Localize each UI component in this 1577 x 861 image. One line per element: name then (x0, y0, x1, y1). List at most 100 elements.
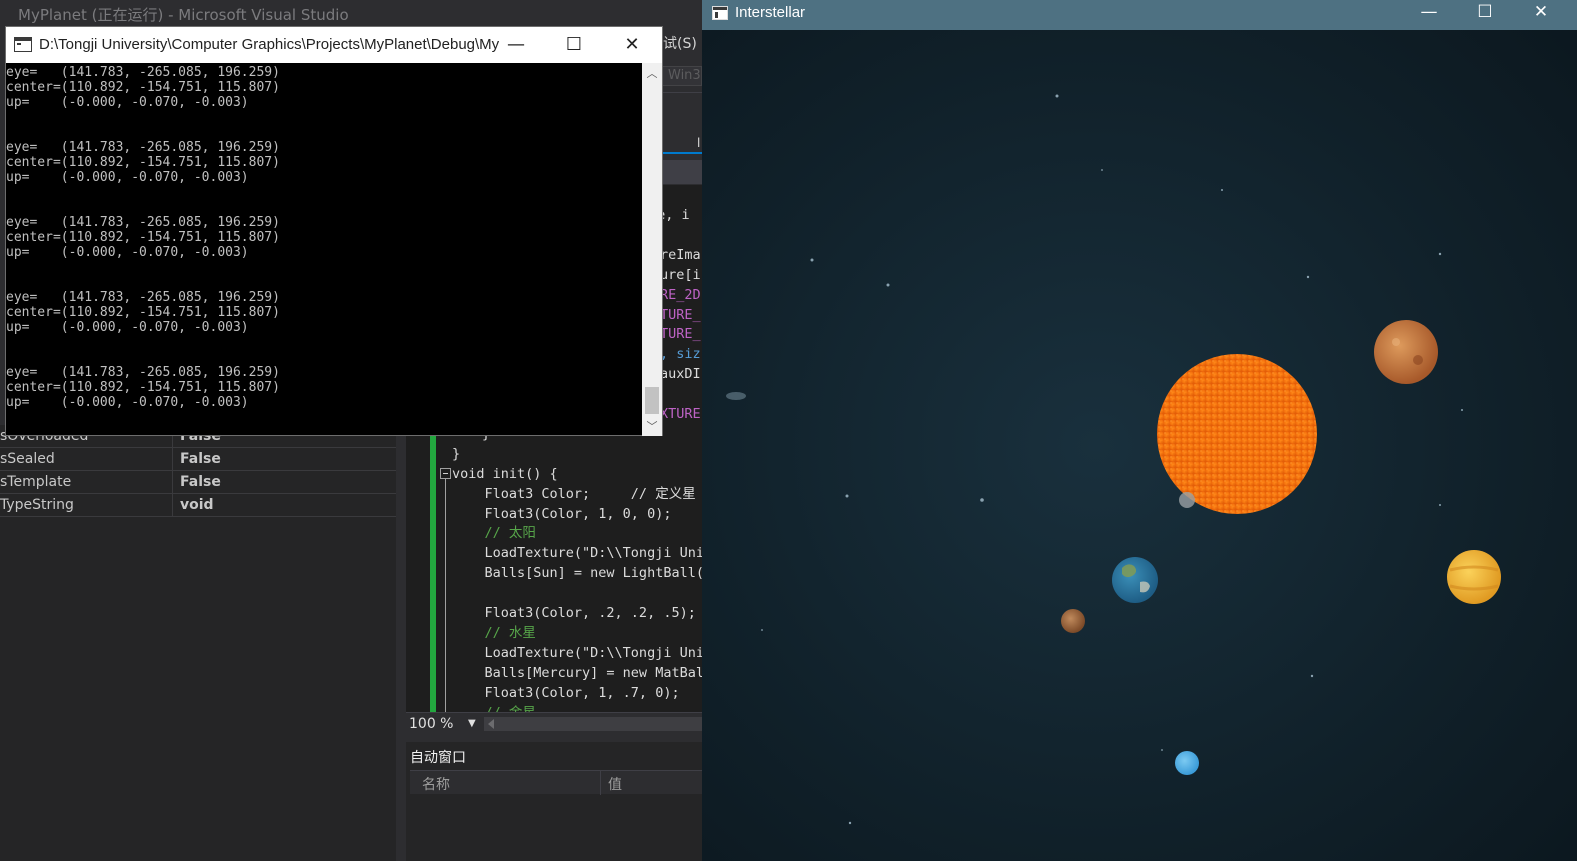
code-line: // 水星 (452, 624, 536, 641)
property-name: sSealed (0, 451, 55, 467)
code-line: RE_2D (660, 286, 701, 303)
collapse-region-toggle[interactable] (440, 468, 451, 479)
property-row[interactable]: sTemplate False (0, 471, 396, 494)
code-line: TURE_ (660, 306, 701, 323)
console-line: up= (-0.000, -0.070, -0.003) (6, 395, 249, 410)
code-line: Float3(Color, .2, .2, .5); (452, 605, 696, 621)
console-line: eye= (141.783, -265.085, 196.259) (6, 215, 280, 230)
autos-column-name[interactable]: 名称 (422, 774, 450, 794)
console-line: up= (-0.000, -0.070, -0.003) (6, 320, 249, 335)
maximize-button[interactable]: ☐ (545, 27, 603, 63)
scroll-up-arrow-icon[interactable]: ︿ (642, 67, 662, 81)
code-line: Float3(Color, 1, 0, 0); (452, 505, 672, 522)
code-line: // 金星 (452, 703, 536, 713)
code-line: } (452, 445, 461, 462)
console-line: center=(110.892, -154.751, 115.807) (6, 80, 280, 95)
zoom-level[interactable]: 100 % (409, 714, 453, 734)
console-line: up= (-0.000, -0.070, -0.003) (6, 95, 249, 110)
autos-column-value[interactable]: 值 (608, 774, 622, 794)
vs-platform-combo[interactable]: Win3 (662, 66, 702, 86)
console-line: eye= (141.783, -265.085, 196.259) (6, 290, 280, 305)
interstellar-titlebar[interactable]: Interstellar — ☐ ✕ (702, 0, 1577, 30)
vs-tab-label: l (697, 136, 701, 150)
panel-splitter[interactable] (396, 425, 406, 861)
property-row[interactable]: sSealed False (0, 448, 396, 471)
interstellar-window: Interstellar — ☐ ✕ (702, 0, 1577, 861)
code-line: ure[i (660, 266, 701, 283)
console-titlebar[interactable]: D:\Tongji University\Computer Graphics\P… (6, 27, 662, 63)
close-button[interactable]: ✕ (1513, 0, 1569, 26)
code-line: , siz (660, 346, 701, 363)
sun (1157, 354, 1317, 514)
planet-venus (1447, 550, 1501, 604)
space-background (702, 30, 1577, 861)
scroll-down-arrow-icon[interactable]: ﹀ (642, 420, 662, 434)
console-line: eye= (141.783, -265.085, 196.259) (6, 140, 280, 155)
code-line: // 太阳 (452, 525, 536, 542)
console-window: D:\Tongji University\Computer Graphics\P… (5, 26, 663, 436)
property-row[interactable]: TypeString void (0, 494, 396, 517)
property-name: TypeString (0, 497, 74, 513)
minimize-button[interactable]: — (487, 27, 545, 63)
interstellar-window-title: Interstellar (735, 4, 806, 21)
scrollbar-thumb[interactable] (645, 387, 659, 414)
code-line: Float3(Color, 1, .7, 0); (452, 684, 680, 701)
outline-guide (445, 479, 446, 712)
code-line: Float3 Color; // 定义星 (452, 485, 696, 502)
column-divider[interactable] (600, 771, 601, 795)
vs-toolbar-strip (662, 92, 702, 118)
autos-window: 自动窗口 名称 值 (406, 742, 702, 861)
opengl-viewport[interactable] (702, 30, 1577, 861)
autos-window-title: 自动窗口 (410, 750, 466, 766)
console-app-icon[interactable] (14, 37, 32, 52)
console-line: eye= (141.783, -265.085, 196.259) (6, 365, 280, 380)
code-line: Balls[Sun] = new LightBall( (452, 565, 703, 582)
vs-menu-debug[interactable]: 试(S) (663, 33, 697, 53)
console-line: center=(110.892, -154.751, 115.807) (6, 230, 280, 245)
minimize-button[interactable]: — (1401, 0, 1457, 26)
horizontal-scrollbar[interactable] (484, 717, 702, 731)
console-line: up= (-0.000, -0.070, -0.003) (6, 245, 249, 260)
code-line: auxDI (660, 366, 701, 383)
moon (1179, 492, 1195, 508)
vs-navigation-bar[interactable] (662, 160, 702, 184)
distant-star-flare (726, 392, 746, 400)
code-line: LoadTexture("D:\\Tongji Uni (452, 644, 703, 661)
code-line: TURE_ (660, 326, 701, 343)
property-value: void (180, 497, 214, 513)
maximize-button[interactable]: ☐ (1457, 0, 1513, 26)
console-line: eye= (141.783, -265.085, 196.259) (6, 65, 280, 80)
editor-zoom-bar: 100 % ▼ (406, 712, 702, 734)
autos-table-header: 名称 值 (410, 770, 702, 795)
chevron-down-icon[interactable]: ▼ (468, 715, 476, 733)
close-button[interactable]: ✕ (603, 27, 661, 63)
property-value: False (180, 451, 221, 467)
console-line: center=(110.892, -154.751, 115.807) (6, 155, 280, 170)
console-vertical-scrollbar[interactable]: ︿ ﹀ (642, 63, 662, 436)
property-divider (172, 448, 173, 471)
planet-mars (1374, 320, 1438, 384)
planet-mercury (1061, 609, 1085, 633)
console-line: center=(110.892, -154.751, 115.807) (6, 380, 280, 395)
planet-earth (1112, 557, 1158, 603)
interstellar-app-icon[interactable] (712, 6, 728, 20)
property-divider (172, 494, 173, 517)
solar-system-render (702, 30, 1577, 861)
console-line: center=(110.892, -154.751, 115.807) (6, 305, 280, 320)
code-line: void init() { (452, 465, 558, 482)
code-line: LoadTexture("D:\\Tongji Uni (452, 545, 703, 562)
code-line: XTURE (660, 406, 701, 422)
console-output[interactable]: eye= (141.783, -265.085, 196.259) center=… (6, 63, 642, 436)
property-name: sTemplate (0, 474, 72, 490)
console-window-title: D:\Tongji University\Computer Graphics\P… (39, 36, 499, 53)
vs-document-tab[interactable]: l (662, 130, 702, 154)
change-tracking-margin (430, 433, 436, 712)
code-line: reIma (660, 246, 701, 263)
console-line: up= (-0.000, -0.070, -0.003) (6, 170, 249, 185)
vs-tab-active-indicator (662, 152, 702, 154)
property-value: False (180, 474, 221, 490)
properties-panel: sOverloaded False sSealed False sTemplat… (0, 425, 396, 861)
code-line: Balls[Mercury] = new MatBal (452, 664, 703, 681)
planet-neptune (1175, 751, 1199, 775)
property-divider (172, 471, 173, 494)
